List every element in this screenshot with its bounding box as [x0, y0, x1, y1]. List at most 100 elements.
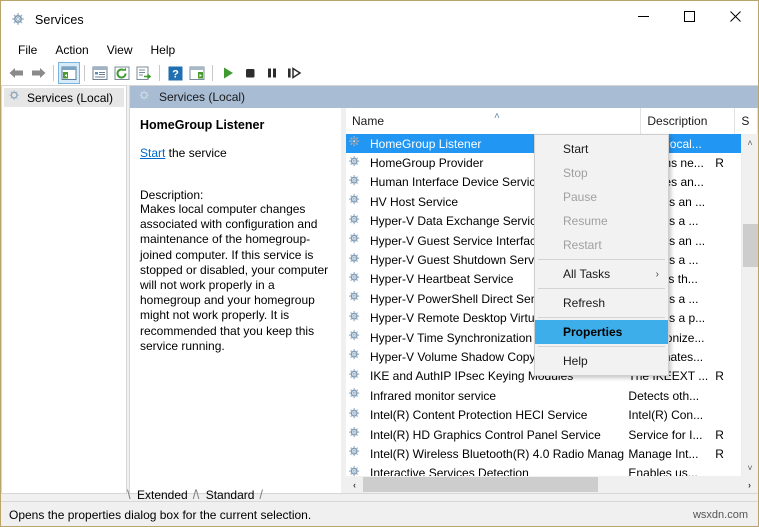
context-menu-item-label: Refresh — [563, 296, 605, 310]
scroll-up-arrow-icon[interactable]: ˄ — [742, 134, 758, 151]
context-menu-item-refresh[interactable]: Refresh — [535, 291, 668, 315]
vertical-scroll-thumb[interactable] — [743, 224, 758, 267]
tab-standard-label: Standard — [206, 488, 255, 502]
export-list-icon[interactable] — [133, 62, 155, 84]
console-tree-pane: Services (Local) — [1, 85, 127, 494]
services-gear-icon — [8, 89, 22, 106]
detail-description-text: Makes local computer changes associated … — [140, 202, 330, 354]
service-name-label: Intel(R) Wireless Bluetooth(R) 4.0 Radio… — [370, 447, 624, 461]
context-menu-item-label: Start — [563, 142, 588, 156]
cell-service-name: Intel(R) Wireless Bluetooth(R) 4.0 Radio… — [346, 445, 624, 462]
service-gear-icon — [348, 348, 366, 365]
table-row[interactable]: Intel(R) Content Protection HECI Service… — [346, 405, 741, 424]
column-header-status-label: S — [741, 114, 749, 128]
context-menu-item-label: All Tasks — [563, 267, 610, 281]
toolbar: ? — [1, 61, 758, 85]
service-gear-icon — [348, 155, 366, 172]
list-horizontal-scrollbar[interactable]: ‹ › — [346, 476, 758, 493]
context-menu-item-help[interactable]: Help — [535, 349, 668, 373]
stop-service-icon[interactable] — [239, 62, 261, 84]
scroll-left-arrow-icon[interactable]: ‹ — [346, 476, 363, 493]
minimize-button[interactable] — [620, 1, 666, 31]
menu-help[interactable]: Help — [142, 41, 185, 59]
table-row[interactable]: Intel(R) HD Graphics Control Panel Servi… — [346, 425, 741, 444]
tab-extended-label: Extended — [137, 488, 188, 502]
list-vertical-scrollbar[interactable]: ˄ ˅ — [741, 134, 758, 476]
window-controls — [620, 1, 758, 39]
detail-action-line: Start the service — [140, 146, 333, 160]
service-gear-icon — [348, 368, 366, 385]
column-header-description[interactable]: Description — [641, 108, 735, 134]
services-gear-icon — [11, 12, 27, 28]
close-button[interactable] — [712, 1, 758, 31]
context-menu-item-label: Resume — [563, 214, 608, 228]
horizontal-scroll-track[interactable] — [363, 476, 741, 493]
tree-node-services-local[interactable]: Services (Local) — [4, 88, 124, 107]
menu-file[interactable]: File — [9, 41, 46, 59]
cell-service-description: Enables us... — [624, 466, 713, 476]
properties-icon[interactable] — [89, 62, 111, 84]
service-gear-icon — [348, 329, 366, 346]
detail-action-suffix: the service — [165, 146, 226, 160]
cell-service-status: R — [713, 447, 741, 461]
scroll-down-arrow-icon[interactable]: ˅ — [742, 459, 758, 476]
context-menu-item-label: Restart — [563, 238, 602, 252]
context-menu-separator — [538, 346, 665, 347]
start-service-icon[interactable] — [217, 62, 239, 84]
show-action-pane-icon[interactable] — [186, 62, 208, 84]
service-name-label: Intel(R) Content Protection HECI Service — [370, 408, 587, 422]
context-menu-item-restart: Restart — [535, 233, 668, 257]
forward-icon[interactable] — [27, 62, 49, 84]
show-hide-console-tree-icon[interactable] — [58, 62, 80, 84]
service-name-label: Intel(R) HD Graphics Control Panel Servi… — [370, 428, 601, 442]
menu-bar: File Action View Help — [1, 39, 758, 61]
cell-service-description: Detects oth... — [624, 389, 713, 403]
column-header-name[interactable]: Name ˄ — [346, 108, 641, 134]
refresh-icon[interactable] — [111, 62, 133, 84]
service-name-label: Hyper-V Heartbeat Service — [370, 272, 513, 286]
pane-header: Services (Local) — [130, 86, 758, 108]
pause-service-icon[interactable] — [261, 62, 283, 84]
menu-action[interactable]: Action — [46, 41, 97, 59]
menu-view[interactable]: View — [98, 41, 142, 59]
table-row[interactable]: Intel(R) Wireless Bluetooth(R) 4.0 Radio… — [346, 444, 741, 463]
column-header-status[interactable]: S — [735, 108, 758, 134]
status-text: Opens the properties dialog box for the … — [1, 508, 311, 522]
table-row[interactable]: Infrared monitor service Detects oth... — [346, 386, 741, 405]
service-name-label: Hyper-V Guest Shutdown Service — [370, 253, 549, 267]
watermark-label: wsxdn.com — [693, 509, 748, 521]
detail-description-label: Description: — [140, 188, 333, 202]
status-bar: Opens the properties dialog box for the … — [1, 501, 758, 527]
tree-node-label: Services (Local) — [27, 91, 113, 105]
svg-text:?: ? — [172, 68, 179, 80]
cell-service-status: R — [713, 156, 741, 170]
context-menu-item-label: Properties — [563, 325, 622, 339]
cell-service-name: Intel(R) HD Graphics Control Panel Servi… — [346, 426, 624, 443]
scroll-right-arrow-icon[interactable]: › — [741, 476, 758, 493]
cell-service-description: Intel(R) Con... — [624, 408, 713, 422]
service-gear-icon — [348, 135, 366, 152]
service-gear-icon — [348, 445, 366, 462]
service-gear-icon — [348, 310, 366, 327]
maximize-button[interactable] — [666, 1, 712, 31]
service-gear-icon — [348, 271, 366, 288]
context-menu-item-all-tasks[interactable]: All Tasks› — [535, 262, 668, 286]
toolbar-separator — [159, 65, 160, 81]
services-window: Services File Action View Help — [0, 0, 759, 527]
table-row[interactable]: Interactive Services Detection Enables us… — [346, 464, 741, 476]
back-icon[interactable] — [5, 62, 27, 84]
help-icon[interactable]: ? — [164, 62, 186, 84]
title-bar: Services — [1, 1, 758, 39]
start-service-link[interactable]: Start — [140, 146, 165, 160]
context-menu-separator — [538, 317, 665, 318]
service-gear-icon — [348, 232, 366, 249]
horizontal-scroll-thumb[interactable] — [363, 477, 598, 492]
context-menu-item-start[interactable]: Start — [535, 137, 668, 161]
list-header: Name ˄ Description S — [346, 108, 758, 135]
context-menu-item-properties[interactable]: Properties — [535, 320, 668, 344]
cell-service-name: Infrared monitor service — [346, 387, 624, 404]
restart-service-icon[interactable] — [283, 62, 305, 84]
service-gear-icon — [348, 193, 366, 210]
service-name-label: Infrared monitor service — [370, 389, 496, 403]
service-name-label: Interactive Services Detection — [370, 466, 529, 476]
